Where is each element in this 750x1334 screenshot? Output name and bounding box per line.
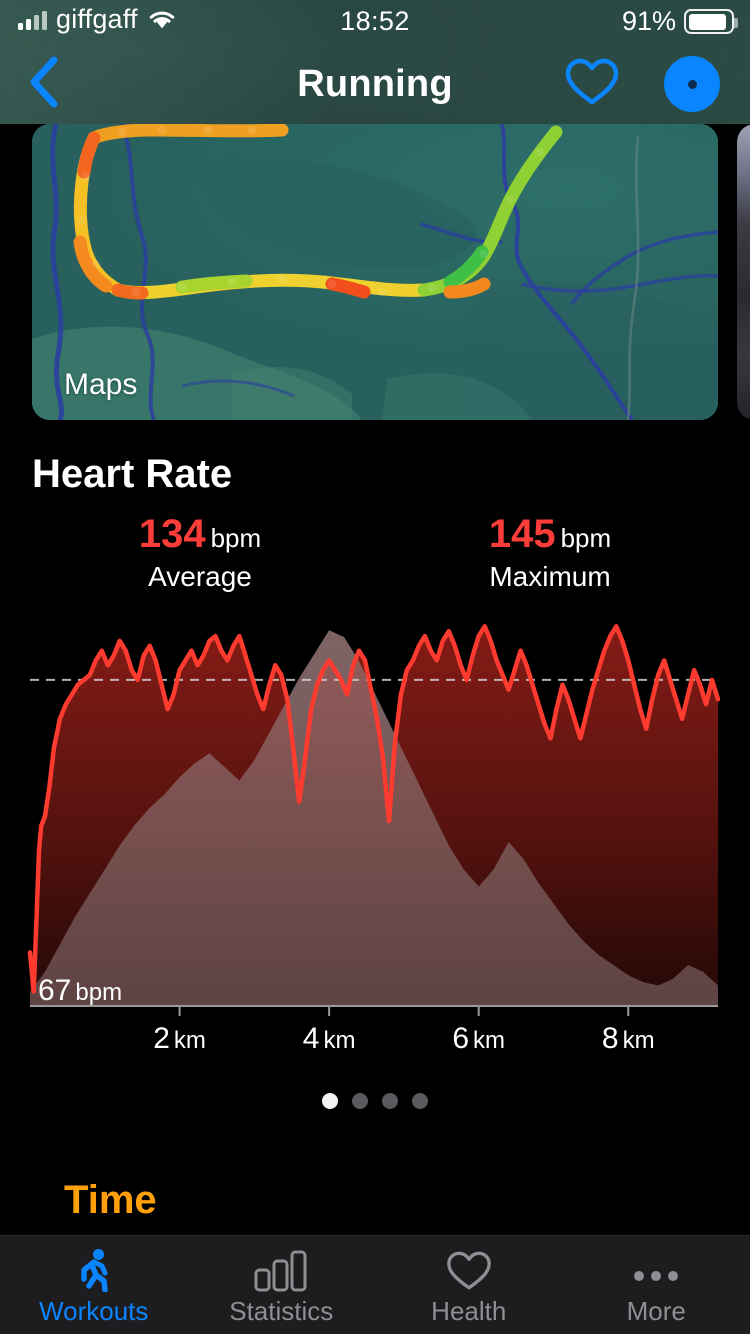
top-bar-backdrop: giffgaff 18:52 91% Running [0,0,750,124]
page-dot[interactable] [322,1093,338,1109]
heart-outline-icon [446,1250,492,1292]
tab-health[interactable]: Health [375,1236,563,1334]
navigation-bar: Running [0,44,750,124]
ellipsis-icon [630,1250,682,1292]
maximum-value: 145 [488,512,556,556]
x-axis-label: 6 km [452,1022,506,1055]
ellipsis-circle-icon [687,79,697,89]
page-dot[interactable] [352,1093,368,1109]
battery-percent-label: 91% [621,6,676,36]
chart-baseline-label: 67 bpm [38,974,122,1008]
x-axis-label: 4 km [302,1022,356,1055]
heart-rate-average-stat: 134 bpm Average [100,512,300,593]
media-carousel[interactable]: Maps [0,124,750,424]
average-value: 134 [138,512,206,556]
photo-card-peek[interactable] [737,124,750,420]
tab-more[interactable]: More [563,1236,750,1334]
heart-rate-stats: 134 bpm Average 145 bpm Maximum [0,512,750,592]
more-options-button[interactable] [664,56,720,112]
apple-maps-attribution: Maps [60,368,137,402]
x-axis-label: 8 km [601,1022,655,1055]
chart-x-axis: 2 km 4 km 6 km 8 km [0,1022,750,1068]
tab-workouts[interactable]: Workouts [0,1236,188,1334]
time-section-title: Time [64,1178,157,1222]
app-screen: giffgaff 18:52 91% Running Maps Heart Ra… [0,0,750,1334]
page-dot[interactable] [412,1093,428,1109]
heart-outline-icon [565,57,619,112]
route-map-card[interactable]: Maps [32,124,718,420]
x-axis-label: 2 km [153,1022,206,1055]
favorite-button[interactable] [564,56,620,112]
status-bar-right: 91% [621,6,738,37]
status-bar: giffgaff 18:52 91% [0,0,750,44]
maximum-unit: bpm [560,523,612,553]
average-unit: bpm [210,523,262,553]
running-figure-icon [74,1248,114,1292]
heart-rate-maximum-stat: 145 bpm Maximum [450,512,650,593]
tab-statistics[interactable]: Statistics [188,1236,376,1334]
tab-health-label: Health [431,1295,507,1326]
battery-icon [684,9,738,34]
page-title: Running [297,62,453,105]
heart-rate-chart-svg [27,624,721,1016]
baseline-unit: bpm [75,979,123,1006]
maximum-label: Maximum [489,561,611,592]
average-label: Average [148,561,252,592]
heart-rate-chart[interactable] [0,596,750,1016]
baseline-value: 67 [38,974,72,1007]
maps-attribution-label: Maps [64,368,138,401]
tab-workouts-label: Workouts [39,1295,149,1326]
page-indicator[interactable] [0,1093,750,1109]
tab-bar: Workouts Statistics Health More [0,1235,750,1334]
bar-chart-icon [253,1250,309,1292]
page-dot[interactable] [382,1093,398,1109]
heart-rate-section-title: Heart Rate [32,452,233,496]
tab-statistics-label: Statistics [229,1295,334,1326]
tab-more-label: More [626,1295,686,1326]
